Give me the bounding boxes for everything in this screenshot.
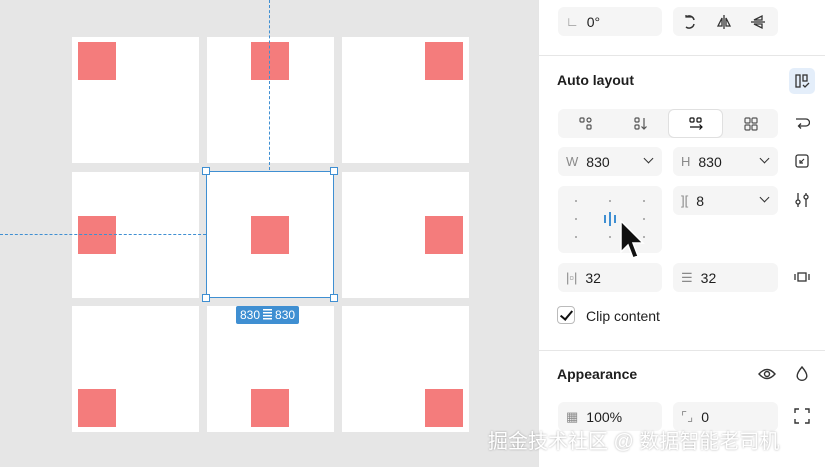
align-dot[interactable] <box>643 200 645 202</box>
grid-frame-4[interactable] <box>72 172 199 298</box>
watermark-text: 掘金技术社区 @ 数据智能老司机 <box>488 431 780 453</box>
padding-horizontal-icon: |▫| <box>566 270 578 285</box>
grid-frame-8[interactable] <box>207 306 334 432</box>
width-label: W <box>566 154 579 169</box>
corner-radius-icon: ⌜⌟ <box>681 408 694 424</box>
chevron-down-icon[interactable] <box>643 153 654 164</box>
padding-horizontal-value: 32 <box>585 269 601 286</box>
opacity-value: 100% <box>586 408 623 425</box>
section-divider <box>538 350 825 351</box>
align-dot[interactable] <box>609 200 611 202</box>
grid-icon[interactable] <box>723 109 778 138</box>
corner-radius-value: 0 <box>701 408 709 425</box>
padding-horizontal-field[interactable]: |▫| 32 <box>558 263 662 292</box>
resize-handle-bl[interactable] <box>202 294 210 302</box>
rotation-field[interactable]: ∟ 0° <box>558 7 662 36</box>
rotation-value: 0° <box>586 13 601 30</box>
flip-horizontal-icon[interactable] <box>712 10 736 34</box>
align-dot[interactable] <box>575 236 577 238</box>
resize-to-fit-icon[interactable] <box>790 149 814 173</box>
transform-buttons <box>673 7 778 36</box>
width-field[interactable]: W 830 <box>558 147 662 176</box>
red-square <box>425 42 463 80</box>
horizontal-guide-line <box>0 234 206 235</box>
appearance-title: Appearance <box>557 366 638 382</box>
align-center-active-icon[interactable] <box>602 212 618 226</box>
gap-icon: ][ <box>681 193 689 208</box>
width-value: 830 <box>586 153 610 170</box>
wrap-icon[interactable] <box>790 111 814 135</box>
layout-direction-control <box>558 109 778 138</box>
chevron-down-icon[interactable] <box>759 153 770 164</box>
clip-content-label: Clip content <box>586 308 660 324</box>
red-square <box>251 389 289 427</box>
align-dot[interactable] <box>609 236 611 238</box>
design-canvas[interactable]: 830 830 <box>0 0 538 467</box>
dimension-badge: 830 830 <box>236 306 300 324</box>
gap-field[interactable]: ][ 8 <box>673 186 778 215</box>
alignment-grid[interactable] <box>558 186 662 253</box>
horizontal-icon[interactable] <box>668 109 723 138</box>
angle-icon: ∟ <box>566 14 579 29</box>
selection-box[interactable] <box>206 171 334 298</box>
gap-value: 8 <box>696 192 705 209</box>
opacity-icon: ▦ <box>566 408 579 424</box>
resize-handle-tr[interactable] <box>330 167 338 175</box>
padding-vertical-value: 32 <box>700 269 717 286</box>
equal-bars-icon <box>263 309 273 321</box>
auto-layout-settings-icon[interactable] <box>789 68 815 94</box>
expand-corners-icon[interactable] <box>790 404 814 428</box>
rotate-icon[interactable] <box>678 10 702 34</box>
red-square <box>251 42 289 80</box>
grid-frame-1[interactable] <box>72 37 199 163</box>
vertical-icon[interactable] <box>613 109 668 138</box>
grid-frame-6[interactable] <box>342 172 469 298</box>
red-square <box>425 389 463 427</box>
align-dot[interactable] <box>575 200 577 202</box>
grid-frame-7[interactable] <box>72 306 199 432</box>
chevron-down-icon[interactable] <box>759 192 770 203</box>
height-field[interactable]: H 830 <box>673 147 778 176</box>
red-square <box>78 42 116 80</box>
section-divider <box>538 55 825 56</box>
resize-handle-tl[interactable] <box>202 167 210 175</box>
padding-vertical-icon: ☰ <box>681 269 693 285</box>
badge-width: 830 <box>240 308 261 322</box>
sliders-icon[interactable] <box>790 188 814 212</box>
red-square <box>78 389 116 427</box>
red-square <box>425 216 463 254</box>
grid-frame-9[interactable] <box>342 306 469 432</box>
badge-height: 830 <box>275 308 296 322</box>
padding-vertical-field[interactable]: ☰ 32 <box>673 263 778 292</box>
auto-layout-title: Auto layout <box>557 72 634 88</box>
height-value: 830 <box>698 153 722 170</box>
grid-frame-3[interactable] <box>342 37 469 163</box>
mouse-cursor-icon <box>620 220 645 259</box>
resize-handle-br[interactable] <box>330 294 338 302</box>
free-layout-icon[interactable] <box>558 109 613 138</box>
red-square <box>78 216 116 254</box>
eye-icon[interactable] <box>755 362 779 386</box>
flip-vertical-icon[interactable] <box>746 10 770 34</box>
blend-drop-icon[interactable] <box>790 362 814 386</box>
vertical-guide-line <box>269 0 270 170</box>
individual-padding-icon[interactable] <box>790 265 814 289</box>
align-dot[interactable] <box>575 218 577 220</box>
grid-frame-2[interactable] <box>207 37 334 163</box>
height-label: H <box>681 154 691 169</box>
clip-content-checkbox[interactable] <box>557 306 575 324</box>
